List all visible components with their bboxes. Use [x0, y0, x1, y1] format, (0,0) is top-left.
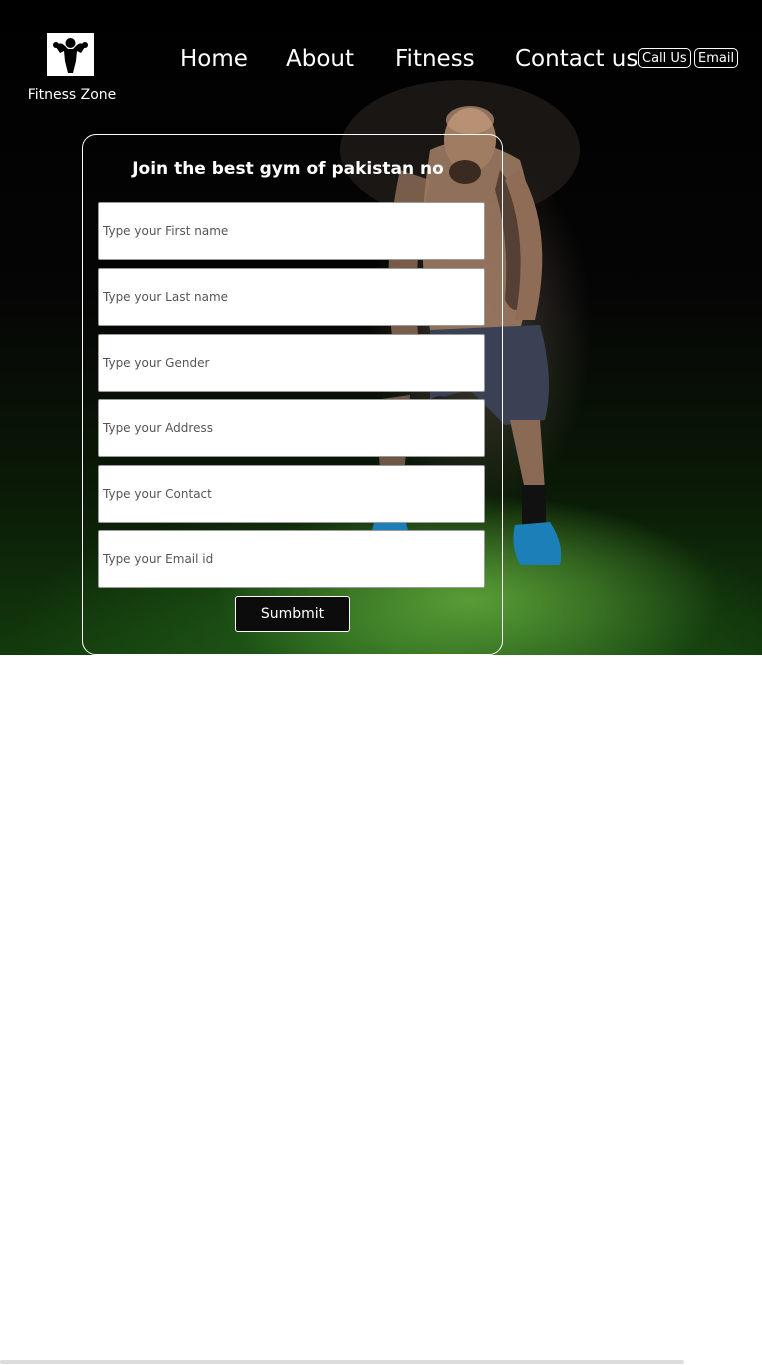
nav-item-contact-us[interactable]: Contact us: [515, 44, 638, 74]
email-button[interactable]: Email: [694, 48, 739, 68]
brand-name: Fitness Zone: [27, 87, 117, 103]
registration-form: Join the best gym of pakistan no Sumbmit: [82, 134, 503, 655]
horizontal-scrollbar[interactable]: [0, 1360, 684, 1364]
gender-field[interactable]: [98, 334, 485, 392]
brand-logo[interactable]: Fitness Zone: [18, 32, 126, 108]
form-title: Join the best gym of pakistan no: [132, 159, 444, 179]
first-name-field[interactable]: [98, 202, 485, 260]
bodybuilder-icon: [47, 33, 94, 76]
address-field[interactable]: [98, 399, 485, 457]
nav-item-about[interactable]: About: [286, 44, 354, 74]
nav-item-fitness[interactable]: Fitness: [395, 44, 475, 74]
call-us-button[interactable]: Call Us: [638, 48, 691, 68]
page: Fitness Zone Home About Fitness Contact …: [0, 0, 762, 1365]
last-name-field[interactable]: [98, 268, 485, 326]
email-field[interactable]: [98, 530, 485, 588]
nav-item-home[interactable]: Home: [180, 44, 248, 74]
submit-button[interactable]: Sumbmit: [235, 596, 350, 632]
contact-field[interactable]: [98, 465, 485, 523]
